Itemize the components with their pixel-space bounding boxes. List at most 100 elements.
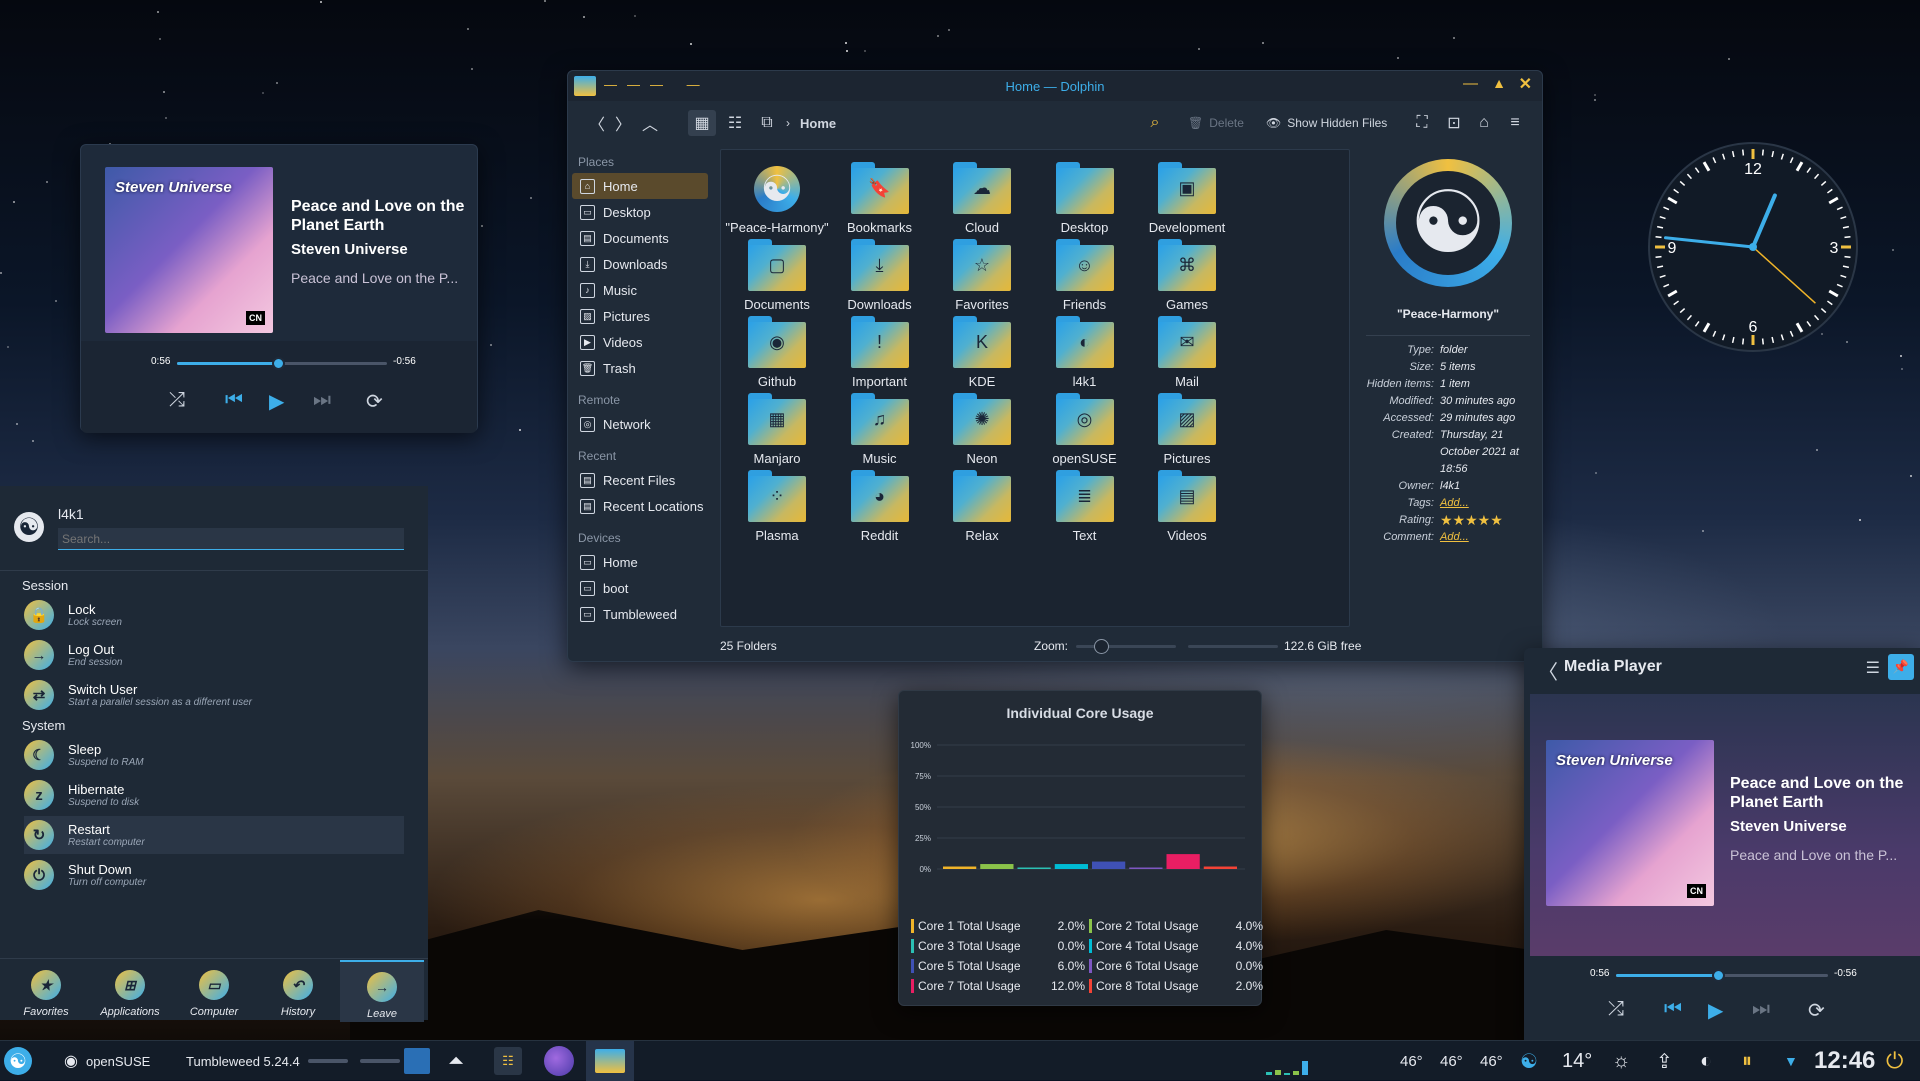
menu-item-restart[interactable]: ↻ Restart Restart computer: [24, 816, 404, 854]
info-value[interactable]: ★★★★★: [1440, 512, 1536, 529]
weather-temp[interactable]: 14°: [1562, 1041, 1592, 1081]
file-item[interactable]: ✺ Neon: [930, 393, 1034, 466]
maximize-icon[interactable]: ▲: [1492, 75, 1506, 91]
home-icon[interactable]: ⌂: [1472, 110, 1496, 136]
seek-bar[interactable]: [177, 357, 387, 370]
file-item[interactable]: ◕ Reddit: [828, 470, 932, 543]
file-item[interactable]: ≣ Text: [1033, 470, 1137, 543]
file-item[interactable]: Desktop: [1033, 162, 1137, 235]
file-item[interactable]: ▦ Manjaro: [725, 393, 829, 466]
file-item[interactable]: ♫ Music: [828, 393, 932, 466]
up-icon[interactable]: ︿: [638, 110, 662, 136]
recent-item-recent-files[interactable]: ▤ Recent Files: [568, 467, 712, 493]
update-icon[interactable]: ⇪: [1656, 1041, 1673, 1081]
file-item[interactable]: ◉ Github: [725, 316, 829, 389]
desktop-2[interactable]: [360, 1059, 400, 1063]
details-view-icon[interactable]: ☷: [722, 110, 748, 136]
device-item-tumbleweed[interactable]: ▭ Tumbleweed: [568, 601, 712, 627]
file-item[interactable]: ▣ Development: [1135, 162, 1239, 235]
launcher-tab-computer[interactable]: ▭ Computer: [172, 960, 256, 1022]
launcher-button[interactable]: ☯: [4, 1041, 32, 1081]
configure-icon[interactable]: ☰: [1866, 658, 1880, 678]
launcher-tab-leave[interactable]: → Leave: [340, 960, 424, 1022]
file-item[interactable]: ☯ "Peace-Harmony": [725, 162, 829, 235]
yin-yang-tray-icon[interactable]: ☯: [1520, 1041, 1538, 1081]
place-item-videos[interactable]: ▶ Videos: [568, 329, 712, 355]
place-item-desktop[interactable]: ▭ Desktop: [568, 199, 712, 225]
desktop-1[interactable]: [308, 1059, 348, 1063]
close-icon[interactable]: ✕: [1519, 74, 1532, 94]
device-item-home[interactable]: ▭ Home: [568, 549, 712, 575]
file-item[interactable]: 🔖 Bookmarks: [828, 162, 932, 235]
previous-icon[interactable]: ⏮: [1664, 998, 1682, 1021]
delete-button[interactable]: 🗑 Delete: [1188, 110, 1244, 136]
play-icon[interactable]: ▶: [1708, 998, 1723, 1023]
back-icon[interactable]: 〈: [586, 110, 608, 136]
launcher-tab-favorites[interactable]: ★ Favorites: [4, 960, 88, 1022]
file-item[interactable]: Relax: [930, 470, 1034, 543]
desktop-3[interactable]: [404, 1048, 430, 1074]
place-item-home[interactable]: ⌂ Home: [572, 173, 708, 199]
file-item[interactable]: ! Important: [828, 316, 932, 389]
file-item[interactable]: ◐ l4k1: [1033, 316, 1137, 389]
clock-time[interactable]: 12:46: [1814, 1041, 1875, 1081]
menu-item-switch-user[interactable]: ⇄ Switch User Start a parallel session as …: [24, 676, 404, 714]
pager[interactable]: [308, 1041, 430, 1081]
breadcrumb-home[interactable]: Home: [800, 110, 836, 136]
play-icon[interactable]: ▶: [269, 389, 284, 414]
next-icon[interactable]: ⏭: [313, 389, 331, 412]
file-item[interactable]: ▤ Videos: [1135, 470, 1239, 543]
menu-item-hibernate[interactable]: z Hibernate Suspend to disk: [24, 776, 404, 814]
recent-item-recent-locations[interactable]: ▤ Recent Locations: [568, 493, 712, 519]
shuffle-icon[interactable]: ⤮: [169, 389, 185, 412]
sun-icon[interactable]: ☼: [1612, 1041, 1630, 1081]
app-task-2[interactable]: ☷: [494, 1041, 522, 1081]
shuffle-icon[interactable]: ⤮: [1608, 998, 1624, 1021]
repeat-icon[interactable]: ⟳: [366, 389, 383, 414]
file-item[interactable]: K KDE: [930, 316, 1034, 389]
power-icon[interactable]: ⏻: [1886, 1041, 1903, 1081]
firefox-task[interactable]: [544, 1041, 574, 1081]
hamburger-menu-icon[interactable]: ≡: [1502, 110, 1528, 136]
file-item[interactable]: ⁘ Plasma: [725, 470, 829, 543]
file-item[interactable]: ▨ Pictures: [1135, 393, 1239, 466]
menu-item-shut-down[interactable]: ⏻ Shut Down Turn off computer: [24, 856, 404, 894]
menu-item-sleep[interactable]: ☾ Sleep Suspend to RAM: [24, 736, 404, 774]
expand-tray-icon[interactable]: ▼: [1784, 1041, 1798, 1081]
preview-icon[interactable]: ⊡: [1442, 110, 1466, 136]
pin-icon[interactable]: 📌: [1888, 654, 1914, 680]
file-item[interactable]: ⌘ Games: [1135, 239, 1239, 312]
file-item[interactable]: ✉ Mail: [1135, 316, 1239, 389]
next-icon[interactable]: ⏭: [1752, 998, 1770, 1021]
file-item[interactable]: ☆ Favorites: [930, 239, 1034, 312]
zoom-slider[interactable]: [1076, 639, 1176, 654]
file-item[interactable]: ☺ Friends: [1033, 239, 1137, 312]
show-hidden-button[interactable]: 👁 Show Hidden Files: [1266, 110, 1387, 136]
place-item-pictures[interactable]: ▨ Pictures: [568, 303, 712, 329]
icons-view-icon[interactable]: ▦: [688, 110, 716, 136]
zoom-knob[interactable]: [1094, 639, 1109, 654]
repeat-icon[interactable]: ⟳: [1808, 998, 1825, 1023]
previous-icon[interactable]: ⏮: [225, 389, 243, 412]
device-item-boot[interactable]: ▭ boot: [568, 575, 712, 601]
remote-item-network[interactable]: ◎ Network: [568, 411, 712, 437]
select-icon[interactable]: ⛶: [1410, 110, 1434, 136]
forward-icon[interactable]: 〉: [612, 110, 634, 136]
file-item[interactable]: ⤓ Downloads: [828, 239, 932, 312]
search-icon[interactable]: ⌕: [1144, 110, 1166, 136]
seek-bar[interactable]: [1616, 969, 1828, 982]
launcher-tab-applications[interactable]: ⊞ Applications: [88, 960, 172, 1022]
launcher-tab-history[interactable]: ↶ History: [256, 960, 340, 1022]
menu-item-lock[interactable]: 🔒 Lock Lock screen: [24, 596, 404, 634]
search-input[interactable]: [58, 528, 404, 550]
menu-item-log-out[interactable]: → Log Out End session: [24, 636, 404, 674]
file-item[interactable]: ▢ Documents: [725, 239, 829, 312]
theme-icon[interactable]: ◐: [1700, 1041, 1712, 1081]
info-value[interactable]: Add...: [1440, 495, 1536, 512]
dolphin-task[interactable]: [586, 1041, 634, 1081]
place-item-documents[interactable]: ▤ Documents: [568, 225, 712, 251]
place-item-music[interactable]: ♪ Music: [568, 277, 712, 303]
split-view-icon[interactable]: ⧉: [754, 110, 780, 136]
place-item-trash[interactable]: 🗑 Trash: [568, 355, 712, 381]
place-item-downloads[interactable]: ⤓ Downloads: [568, 251, 712, 277]
